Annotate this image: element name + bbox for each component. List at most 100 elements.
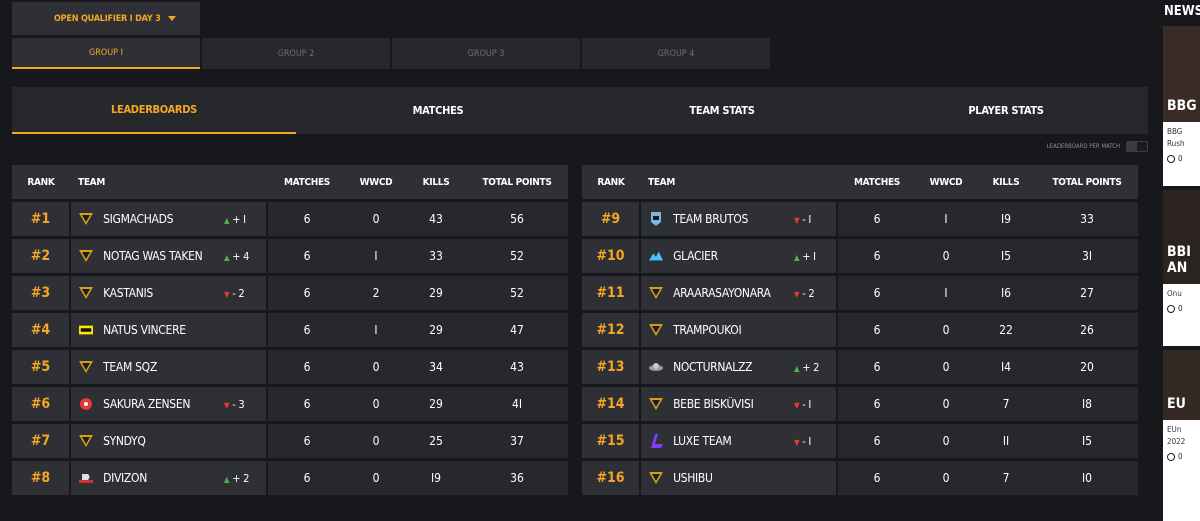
total-points-cell: 26 <box>1080 323 1094 337</box>
rank-change-value: - I <box>802 212 811 226</box>
total-points-cell: 27 <box>1080 286 1094 300</box>
kills-cell: 29 <box>429 286 443 300</box>
news-card[interactable]: EU EUn 2022 0 <box>1163 350 1200 521</box>
total-points-cell: 20 <box>1080 360 1094 374</box>
matches-cell: 6 <box>303 360 311 374</box>
team-cell: GLACIER ▲ + I <box>641 239 836 273</box>
table-row[interactable]: #14 BEBE BISKÜVISI ▼ - I 6 0 7 I8 <box>582 387 1138 421</box>
arrow-up-icon: ▲ <box>224 215 230 225</box>
kills-cell: 29 <box>429 323 443 337</box>
table-row[interactable]: #13 NOCTURNALZZ ▲ + 2 6 0 I4 20 <box>582 350 1138 384</box>
kills-cell: 7 <box>1002 471 1010 485</box>
stage-dropdown-label: OPEN QUALIFIER I DAY 3 <box>54 13 161 24</box>
wwcd-cell: 0 <box>942 360 950 374</box>
team-cell: SIGMACHADS ▲ + I <box>71 202 266 236</box>
tab-player-stats[interactable]: PLAYER STATS <box>864 87 1148 134</box>
leaderboard-per-match-toggle[interactable] <box>1126 141 1148 152</box>
leaderboard-table-right: RANK TEAM MATCHES WWCD KILLS TOTAL POINT… <box>582 165 1138 495</box>
news-sidebar: NEWS BBG BBG Rush 0 BBI AN Onu 0 EU EUn … <box>1163 0 1200 521</box>
arrow-up-icon: ▲ <box>224 252 230 262</box>
total-points-cell: 52 <box>510 286 524 300</box>
team-name: TRAMPOUKOI <box>673 323 742 337</box>
wwcd-cell: I <box>374 323 378 337</box>
matches-cell: 6 <box>303 471 311 485</box>
arrow-down-icon: ▼ <box>794 400 800 410</box>
table-row[interactable]: #1 SIGMACHADS ▲ + I 6 0 43 56 <box>12 202 568 236</box>
sakura-logo-icon <box>79 397 93 411</box>
group-tabs: GROUP I GROUP 2 GROUP 3 GROUP 4 <box>12 38 770 69</box>
tab-matches[interactable]: MATCHES <box>296 87 580 134</box>
brutos-logo-icon <box>649 212 663 226</box>
matches-cell: 6 <box>873 360 881 374</box>
stats-cells: 6 I 33 52 <box>268 239 568 273</box>
col-kills: KILLS <box>422 176 450 188</box>
table-row[interactable]: #4 NATUS VINCERE 6 I 29 47 <box>12 313 568 347</box>
stats-cells: 6 I 29 47 <box>268 313 568 347</box>
col-matches: MATCHES <box>284 176 330 188</box>
table-row[interactable]: #6 SAKURA ZENSEN ▼ - 3 6 0 29 4I <box>12 387 568 421</box>
team-name: LUXE TEAM <box>673 434 732 448</box>
tab-group-1[interactable]: GROUP I <box>12 38 200 69</box>
rank-cell: #5 <box>12 350 70 384</box>
team-name: ARAARASAYONARA <box>673 286 771 300</box>
news-card-comment-count: 0 <box>1178 304 1183 313</box>
matches-cell: 6 <box>303 323 311 337</box>
wwcd-cell: 0 <box>372 212 380 226</box>
table-row[interactable]: #7 SYNDYQ 6 0 25 37 <box>12 424 568 458</box>
team-name: GLACIER <box>673 249 718 263</box>
rank-cell: #2 <box>12 239 70 273</box>
team-cell: LUXE TEAM ▼ - I <box>641 424 836 458</box>
kills-cell: 7 <box>1002 397 1010 411</box>
total-points-cell: I5 <box>1081 434 1093 448</box>
table-row[interactable]: #8 DIVIZON ▲ + 2 6 0 I9 36 <box>12 461 568 495</box>
matches-cell: 6 <box>873 397 881 411</box>
col-team: TEAM <box>78 176 106 188</box>
total-points-cell: 36 <box>510 471 524 485</box>
shield-logo-icon <box>79 434 94 448</box>
team-cell: TRAMPOUKOI <box>641 313 836 347</box>
table-row[interactable]: #9 TEAM BRUTOS ▼ - I 6 I I9 33 <box>582 202 1138 236</box>
arrow-down-icon: ▼ <box>224 289 230 299</box>
tab-group-4[interactable]: GROUP 4 <box>582 38 770 69</box>
stats-cells: 6 2 29 52 <box>268 276 568 310</box>
wwcd-cell: 0 <box>942 323 950 337</box>
news-card[interactable]: BBI AN Onu 0 <box>1163 190 1200 346</box>
team-cell: USHIBU <box>641 461 836 495</box>
kills-cell: I4 <box>1000 360 1012 374</box>
team-name: SYNDYQ <box>103 434 146 448</box>
total-points-cell: 56 <box>510 212 524 226</box>
tab-group-2[interactable]: GROUP 2 <box>202 38 390 69</box>
table-row[interactable]: #16 USHIBU 6 0 7 I0 <box>582 461 1138 495</box>
stats-cells: 6 I I6 27 <box>838 276 1138 310</box>
table-row[interactable]: #3 KASTANIS ▼ - 2 6 2 29 52 <box>12 276 568 310</box>
rank-change: ▼ - 2 <box>794 287 836 300</box>
table-row[interactable]: #5 TEAM SQZ 6 0 34 43 <box>12 350 568 384</box>
comment-icon <box>1167 452 1175 461</box>
divizon-logo-icon <box>79 471 94 485</box>
table-row[interactable]: #12 TRAMPOUKOI 6 0 22 26 <box>582 313 1138 347</box>
news-card[interactable]: BBG BBG Rush 0 <box>1163 26 1200 186</box>
table-row[interactable]: #10 GLACIER ▲ + I 6 0 I5 3I <box>582 239 1138 273</box>
rank-change-value: + 2 <box>802 360 820 374</box>
table-row[interactable]: #2 NOTAG WAS TAKEN ▲ + 4 6 I 33 52 <box>12 239 568 273</box>
rank-change-value: - 2 <box>802 286 815 300</box>
kills-cell: I6 <box>1000 286 1012 300</box>
total-points-cell: 4I <box>511 397 523 411</box>
col-matches: MATCHES <box>854 176 900 188</box>
rank-change-value: - 3 <box>232 397 245 411</box>
rank-change: ▲ + I <box>224 213 266 226</box>
kills-cell: 29 <box>429 397 443 411</box>
rank-change-value: - 2 <box>232 286 245 300</box>
team-name: NATUS VINCERE <box>103 323 186 337</box>
tab-team-stats[interactable]: TEAM STATS <box>580 87 864 134</box>
tab-leaderboards[interactable]: LEADERBOARDS <box>12 87 296 134</box>
wwcd-cell: I <box>944 286 948 300</box>
stage-dropdown[interactable]: OPEN QUALIFIER I DAY 3 <box>12 2 200 35</box>
shield-logo-icon <box>79 212 94 226</box>
table-row[interactable]: #11 ARAARASAYONARA ▼ - 2 6 I I6 27 <box>582 276 1138 310</box>
table-row[interactable]: #15 LUXE TEAM ▼ - I 6 0 II I5 <box>582 424 1138 458</box>
col-total-points: TOTAL POINTS <box>1052 176 1122 188</box>
stats-cells: 6 0 I9 36 <box>268 461 568 495</box>
shield-logo-icon <box>79 249 94 263</box>
tab-group-3[interactable]: GROUP 3 <box>392 38 580 69</box>
